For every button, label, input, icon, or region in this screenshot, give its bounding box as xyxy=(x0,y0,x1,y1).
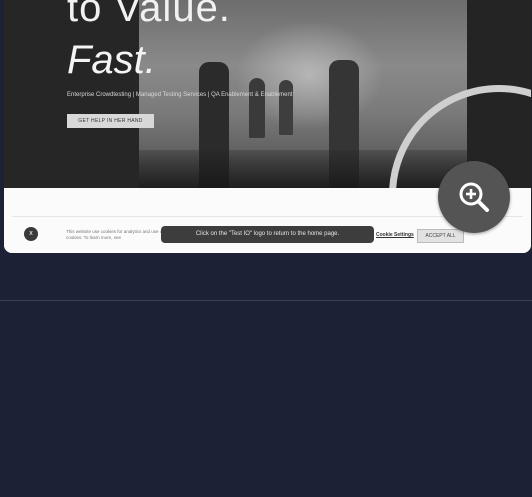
hero-photo-person xyxy=(249,78,265,138)
hero-headline-line1: to Value. xyxy=(67,0,231,30)
hero-photo-person xyxy=(279,80,293,135)
zoom-in-button[interactable] xyxy=(438,161,510,233)
hero-cta-button[interactable]: GET HELP IN HER HAND xyxy=(67,114,154,128)
tooltip: Click on the "Test IO" logo to return to… xyxy=(161,226,374,243)
cookie-banner-text: This website use cookies for analytics a… xyxy=(66,229,164,240)
hero-headline-line2: Fast. xyxy=(67,38,156,82)
close-icon[interactable]: x xyxy=(24,227,38,241)
cookie-settings-link[interactable]: Cookie Settings xyxy=(376,232,414,238)
zoom-in-icon xyxy=(459,182,489,212)
page-divider xyxy=(0,300,532,301)
hero-subline: Enterprise Crowdtesting | Managed Testin… xyxy=(67,92,293,98)
hero-banner: to Value. Fast. Enterprise Crowdtesting … xyxy=(4,0,531,188)
accept-all-button[interactable]: ACCEPT ALL xyxy=(417,229,464,243)
